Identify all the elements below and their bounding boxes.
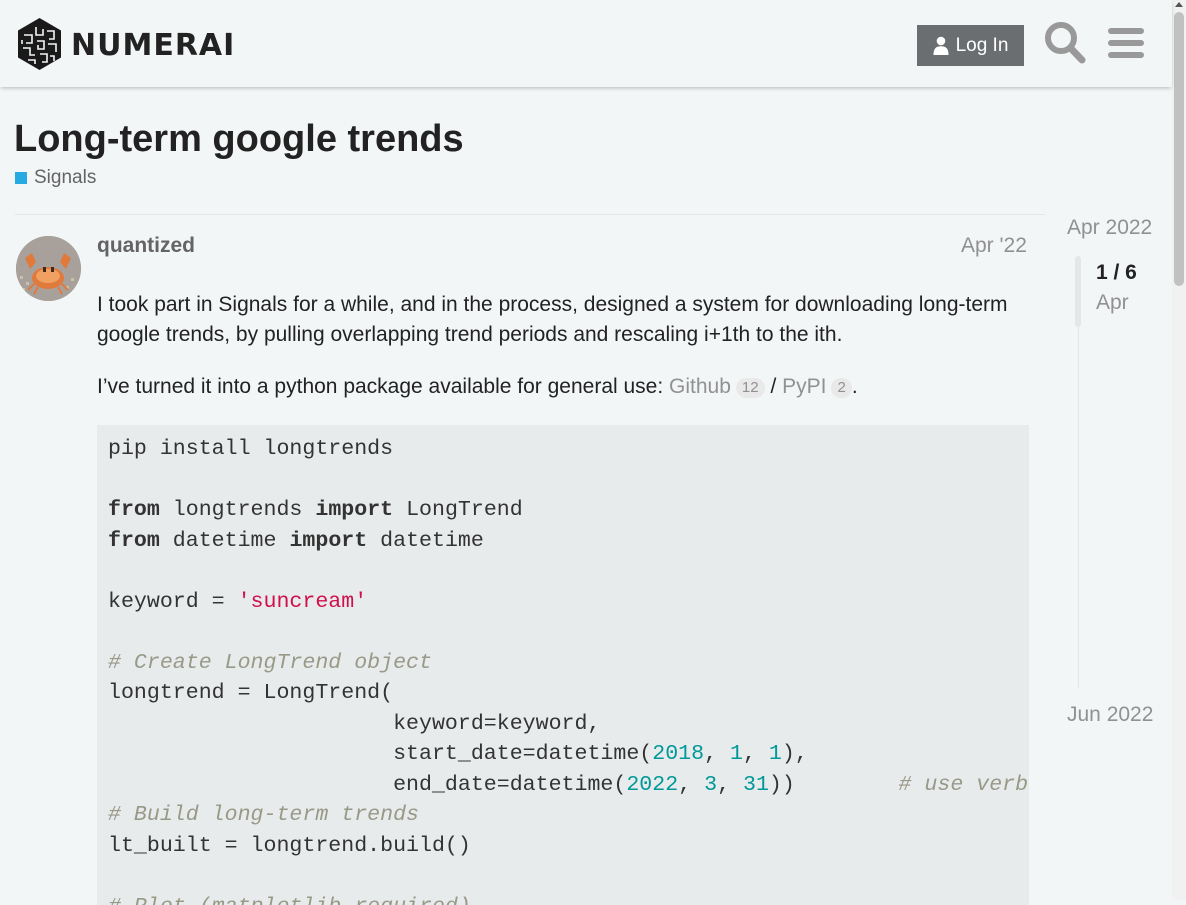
github-link[interactable]: Github [669, 375, 731, 398]
code-text: ), [782, 742, 808, 766]
user-icon [933, 36, 949, 55]
code-line: longtrend = LongTrend( [108, 681, 393, 705]
post-paragraph-1: I took part in Signals for a while, and … [97, 290, 1017, 350]
brand-name: NUMERAI [71, 28, 235, 63]
pypi-link[interactable]: PyPI [782, 375, 826, 398]
site-header: NUMERAI Log In [0, 0, 1172, 87]
category-label: Signals [34, 167, 96, 189]
post-author[interactable]: quantized [97, 234, 195, 258]
code-text: , [717, 773, 743, 797]
post-date[interactable]: Apr '22 [961, 234, 1027, 258]
paragraph-2-end: . [852, 375, 858, 398]
code-number: 2022 [626, 773, 678, 797]
code-text: , [704, 742, 730, 766]
code-text: LongTrend [393, 498, 523, 522]
scroll-thumb[interactable] [1174, 12, 1184, 286]
pypi-click-count: 2 [831, 378, 851, 398]
topic-title[interactable]: Long-term google trends [14, 118, 464, 161]
code-comment: # Build long-term trends [108, 803, 419, 827]
category-color-swatch [15, 172, 27, 184]
code-content: pip install longtrends from longtrends i… [108, 434, 1028, 905]
hamburger-menu-icon[interactable] [1104, 20, 1148, 66]
code-line: keyword=keyword, [108, 712, 600, 736]
scroll-up-arrow-icon[interactable] [1175, 2, 1183, 7]
code-text: , [678, 773, 704, 797]
timeline-post-position: 1 / 6 [1096, 261, 1137, 285]
timeline-handle[interactable] [1075, 256, 1081, 327]
page-scrollbar[interactable] [1172, 0, 1186, 900]
link-separator: / [765, 375, 783, 398]
code-text: longtrends [160, 498, 316, 522]
code-line: lt_built = longtrend.build() [108, 834, 471, 858]
login-label: Log In [956, 35, 1009, 57]
code-text: keyword = [108, 590, 238, 614]
user-avatar[interactable] [16, 236, 81, 301]
code-keyword: from [108, 529, 160, 553]
crab-avatar-icon [16, 236, 81, 301]
code-number: 3 [704, 773, 717, 797]
code-text: datetime [160, 529, 290, 553]
timeline-start-date[interactable]: Apr 2022 [1067, 216, 1152, 240]
code-text: datetime [367, 529, 484, 553]
numerai-logo-icon [16, 17, 63, 71]
login-button[interactable]: Log In [917, 25, 1024, 66]
search-icon[interactable] [1043, 20, 1087, 66]
code-keyword: import [315, 498, 393, 522]
github-click-count: 12 [736, 378, 765, 398]
code-keyword: from [108, 498, 160, 522]
code-number: 1 [769, 742, 782, 766]
category-badge[interactable]: Signals [15, 167, 96, 189]
timeline-end-date[interactable]: Jun 2022 [1067, 703, 1153, 727]
code-comment: # Create LongTrend object [108, 651, 432, 675]
code-string: 'suncream' [238, 590, 368, 614]
code-text: end_date=datetime( [108, 773, 626, 797]
code-block[interactable]: pip install longtrends from longtrends i… [97, 425, 1029, 905]
topic-divider [15, 214, 1045, 215]
code-text: , [743, 742, 769, 766]
timeline-current-month: Apr [1096, 291, 1129, 315]
code-text: start_date=datetime( [108, 742, 652, 766]
code-text: )) [769, 773, 899, 797]
post-paragraph-2: I’ve turned it into a python package ava… [97, 372, 1017, 402]
code-number: 2018 [652, 742, 704, 766]
code-keyword: import [289, 529, 367, 553]
code-number: 31 [743, 773, 769, 797]
numerai-logo[interactable]: NUMERAI [16, 17, 235, 71]
paragraph-2-text: I’ve turned it into a python package ava… [97, 375, 669, 398]
code-comment: # use verb [899, 773, 1029, 797]
code-line: pip install longtrends [108, 437, 393, 461]
code-number: 1 [730, 742, 743, 766]
